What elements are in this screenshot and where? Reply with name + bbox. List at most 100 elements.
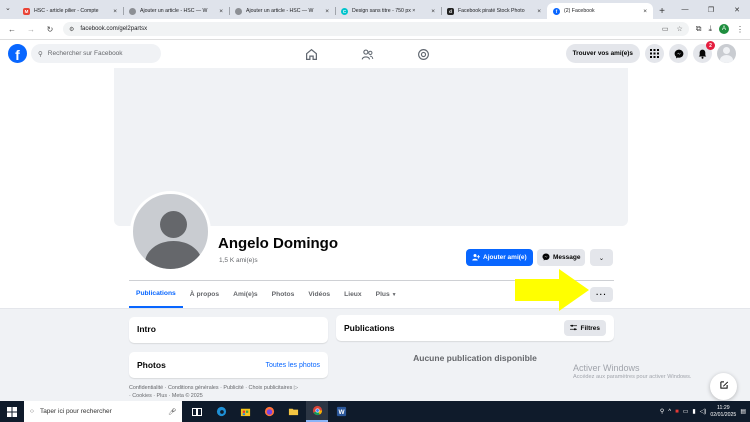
home-icon[interactable] [300,44,322,64]
minimize-icon[interactable]: — [672,0,698,19]
task-view-icon[interactable] [186,401,208,422]
find-friends-button[interactable]: Trouver vos ami(e)s [565,44,640,63]
address-bar: ← → ↻ ⚙ facebook.com/gel2partsx ▭ ☆ ⧉ ⤓ … [0,19,750,40]
tab-lieux[interactable]: Lieux [337,281,368,308]
tab-plus[interactable]: Plus ▼ [369,281,404,308]
taskbar-search-input[interactable]: ○ Taper ici pour rechercher 🎤︎ [24,401,182,422]
cast-icon[interactable]: ▭ [662,25,669,33]
facebook-header-actions: Trouver vos ami(e)s 2 [565,41,736,63]
close-tab-icon[interactable]: × [219,8,223,15]
browser-menu-icon[interactable]: ⋮ [736,25,744,34]
gaming-icon[interactable] [412,44,434,64]
all-photos-link[interactable]: Toutes les photos [266,362,320,369]
tab-search-icon[interactable]: ⌄ [5,4,11,12]
url-text: facebook.com/gel2partsx [80,26,148,32]
message-button[interactable]: Message [537,249,586,266]
tab-videos[interactable]: Vidéos [301,281,337,308]
account-avatar[interactable] [717,44,736,63]
network-icon[interactable]: ▭ [683,408,689,415]
people-icon[interactable]: ⚲ [660,408,664,415]
browser-tab-canva[interactable]: C Design sans titre - 750 px × × [335,3,441,19]
forward-icon[interactable]: → [25,25,37,34]
back-icon[interactable]: ← [6,25,18,34]
download-icon[interactable]: ⤓ [708,24,712,34]
tab-title: (2) Facebook [564,8,595,14]
new-message-button[interactable] [710,373,737,400]
bookmark-star-icon[interactable]: ☆ [676,25,682,33]
stock-icon: d [447,7,454,15]
yellow-arrow-annotation [515,269,589,311]
tab-amis[interactable]: Ami(e)s [226,281,265,308]
edge-icon[interactable] [210,401,232,422]
firefox-icon[interactable] [258,401,280,422]
facebook-search-input[interactable]: ⚲ Rechercher sur Facebook [31,44,161,63]
message-label: Message [553,254,581,261]
store-icon[interactable] [234,401,256,422]
notifications-bell-icon[interactable]: 2 [693,41,715,63]
more-options-button[interactable]: ··· [590,287,613,302]
microphone-icon[interactable]: 🎤︎ [168,408,176,416]
extensions-icon[interactable]: ⧉ [696,24,702,34]
tab-a-propos[interactable]: À propos [183,281,226,308]
tab-title: Ajouter un article - HSC — W [140,8,208,14]
facebook-logo-icon[interactable]: f [8,44,27,63]
search-placeholder: Rechercher sur Facebook [47,50,123,57]
sliders-icon [570,324,578,333]
facebook-icon: f [553,7,560,15]
word-icon[interactable]: W [330,401,352,422]
browser-profile-avatar[interactable]: A [719,24,729,34]
close-tab-icon[interactable]: × [113,8,117,15]
show-hidden-icons[interactable]: ^ [668,409,671,415]
restore-icon[interactable]: ❐ [698,0,724,19]
intro-card: Intro [129,317,328,343]
battery-icon[interactable]: ▮ [692,408,695,415]
friend-count[interactable]: 1,5 K ami(e)s [219,257,258,264]
footer-line-2[interactable]: · Cookies · Plus · Meta © 2025 [129,393,339,401]
filters-label: Filtres [580,324,600,332]
close-tab-icon[interactable]: × [643,8,647,15]
taskbar-apps: W [186,401,352,422]
security-icon[interactable]: ■ [675,409,679,415]
new-tab-button[interactable]: + [655,4,669,18]
photos-card: Photos Toutes les photos [129,352,328,378]
notifications-center-icon[interactable]: ▤ [740,408,746,415]
close-tab-icon[interactable]: × [537,8,541,15]
add-friend-label: Ajouter ami(e) [483,254,527,261]
windows-start-icon[interactable] [0,401,24,422]
browser-tab-wordpress-1[interactable]: Ajouter un article - HSC — W × [123,3,229,19]
svg-text:W: W [338,409,345,416]
footer-line-1[interactable]: Confidentialité · Conditions générales ·… [129,385,292,391]
gmail-icon: M [23,7,30,15]
tab-publications[interactable]: Publications [129,281,183,308]
profile-avatar[interactable] [130,191,211,272]
system-tray: ⚲ ^ ■ ▭ ▮ ◁) 11:29 02/01/2025 ▤ [660,405,750,419]
browser-tab-gmail[interactable]: M HSC - article pilier - Compte × [17,3,123,19]
close-window-icon[interactable]: ✕ [724,0,750,19]
chrome-icon[interactable] [306,401,328,422]
browser-tab-stock-photo[interactable]: d Facebook piraté Stock Photo × [441,3,547,19]
chevron-down-icon[interactable]: ⌄ [590,249,613,266]
site-info-icon[interactable]: ⚙ [69,26,74,33]
caret-down-icon: ▼ [391,291,397,298]
browser-tab-facebook[interactable]: f (2) Facebook × [547,3,653,19]
friends-icon[interactable] [356,44,378,64]
close-tab-icon[interactable]: × [325,8,329,15]
intro-title: Intro [137,324,156,334]
reload-icon[interactable]: ↻ [44,25,56,34]
close-tab-icon[interactable]: × [431,8,435,15]
facebook-header: f ⚲ Rechercher sur Facebook Trouver vos … [0,40,750,68]
volume-icon[interactable]: ◁) [700,408,707,415]
add-friend-button[interactable]: Ajouter ami(e) [466,249,533,266]
filters-button[interactable]: Filtres [564,320,606,336]
browser-tab-wordpress-2[interactable]: Ajouter un article - HSC — W × [229,3,335,19]
tab-title: Facebook piraté Stock Photo [458,8,525,14]
url-field[interactable]: ⚙ facebook.com/gel2partsx ▭ ☆ [63,22,689,36]
file-explorer-icon[interactable] [282,401,304,422]
tab-photos[interactable]: Photos [265,281,302,308]
taskbar-clock[interactable]: 11:29 02/01/2025 [710,405,736,419]
wordpress-icon [235,7,242,15]
messenger-icon[interactable] [669,44,688,63]
publications-card: Publications Filtres [336,315,614,341]
tab-plus-label: Plus [375,291,390,298]
menu-grid-icon[interactable] [645,44,664,63]
